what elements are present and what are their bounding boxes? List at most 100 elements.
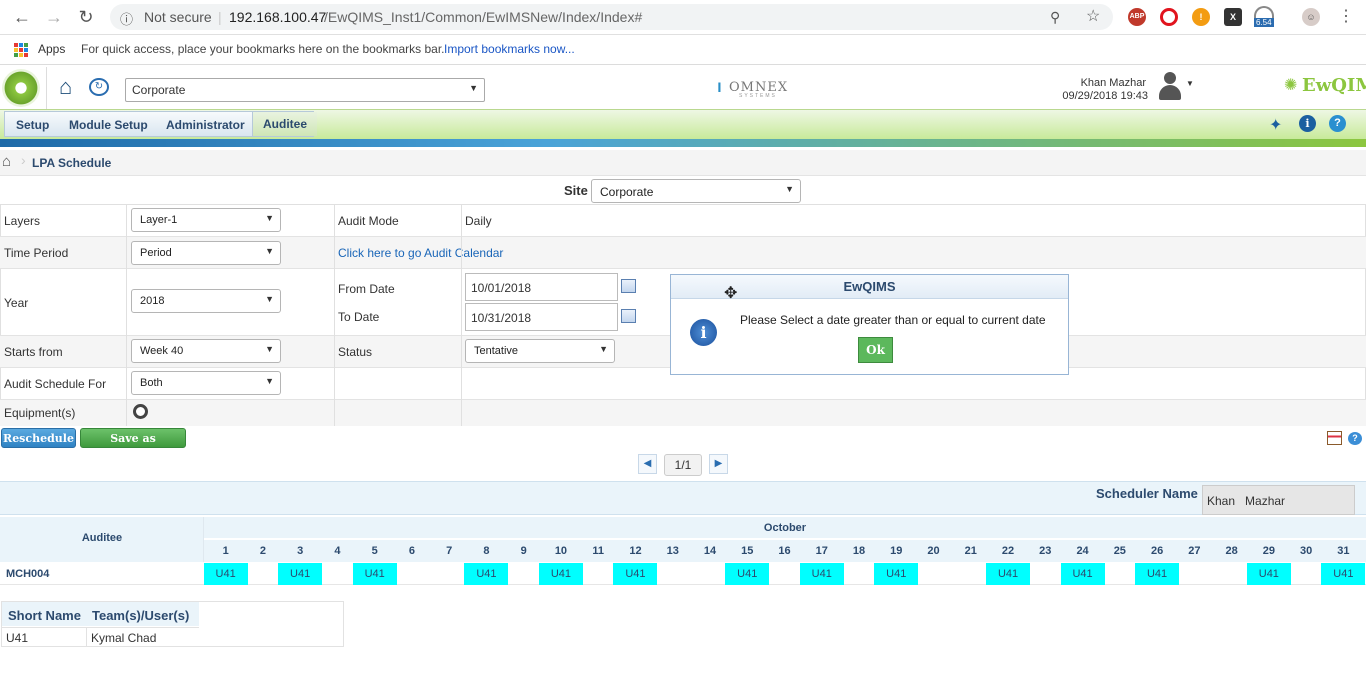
- scheduler-name-input[interactable]: Khan Mazhar: [1202, 485, 1355, 515]
- day-header: 10: [554, 545, 568, 557]
- chevron-down-icon: ▼: [265, 246, 274, 256]
- refresh-icon[interactable]: ↻: [89, 78, 109, 96]
- day-header: 11: [592, 545, 605, 557]
- app-logo-icon[interactable]: [2, 69, 40, 107]
- schedule-for-select[interactable]: Both ▼: [131, 371, 281, 395]
- page-indicator: 1/1: [664, 454, 702, 476]
- menu-auditee[interactable]: Auditee: [252, 112, 318, 136]
- schedule-cell[interactable]: U41: [538, 563, 583, 585]
- ok-button[interactable]: Ok: [858, 337, 893, 363]
- apps-link[interactable]: Apps: [38, 42, 65, 56]
- chevron-down-icon: ▼: [785, 184, 794, 194]
- menu-setup[interactable]: Setup: [16, 118, 49, 132]
- day-header: 22: [1001, 545, 1015, 557]
- schedule-cell[interactable]: U41: [613, 563, 658, 585]
- menu-dots-icon[interactable]: ⋮: [1334, 6, 1358, 28]
- day-header: 7: [446, 545, 453, 557]
- day-header: 13: [666, 545, 679, 557]
- speed-extension-icon[interactable]: 6.54: [1254, 6, 1276, 28]
- auditee-name: MCH004: [6, 568, 50, 580]
- equipment-gear-icon[interactable]: [133, 404, 148, 419]
- schedule-cell[interactable]: U41: [799, 563, 844, 585]
- menu-module-setup[interactable]: Module Setup: [69, 118, 148, 132]
- day-header: 3: [297, 545, 304, 557]
- next-page-button[interactable]: ▶: [709, 454, 728, 474]
- calendar-view-icon[interactable]: [1327, 431, 1342, 445]
- audit-mode-label: Audit Mode: [338, 214, 399, 228]
- pin-icon[interactable]: ✦: [1269, 115, 1282, 135]
- year-select[interactable]: 2018 ▼: [131, 289, 281, 313]
- header-stripe: [0, 139, 1366, 147]
- time-period-row: Time Period Period ▼ Click here to go Aud…: [0, 237, 1366, 269]
- import-bookmarks-link[interactable]: Import bookmarks now...: [444, 42, 575, 56]
- legend-header-team: Team(s)/User(s): [92, 608, 190, 623]
- schedule-cell[interactable]: U41: [1246, 563, 1291, 585]
- site-select[interactable]: Corporate ▼: [591, 179, 801, 203]
- schedule-for-label: Audit Schedule For: [4, 377, 107, 391]
- day-header: 17: [815, 545, 828, 557]
- back-icon[interactable]: ←: [10, 6, 34, 28]
- layers-row: Layers Layer-1 ▼ Audit Mode Daily: [0, 205, 1366, 237]
- status-label: Status: [338, 345, 373, 359]
- schedule-cell[interactable]: U41: [1135, 563, 1180, 585]
- address-bar[interactable]: ⓘ Not secure | 192.168.100.47 /EwQIMS_In…: [110, 4, 1113, 30]
- opera-icon[interactable]: [1160, 8, 1178, 26]
- breadcrumb-home-icon[interactable]: ⌂: [2, 153, 11, 170]
- schedule-cell[interactable]: U41: [725, 563, 770, 585]
- help-bubble-icon[interactable]: ?: [1348, 432, 1362, 445]
- home-icon[interactable]: ⌂: [59, 76, 72, 98]
- schedule-cell[interactable]: U41: [464, 563, 509, 585]
- time-period-select[interactable]: Period ▼: [131, 241, 281, 265]
- schedule-cell[interactable]: U41: [352, 563, 397, 585]
- month-header: October: [204, 517, 1366, 539]
- chevron-down-icon: ▼: [265, 294, 274, 304]
- from-date-input[interactable]: 10/01/2018: [465, 273, 618, 301]
- chevron-down-icon: ▼: [265, 213, 274, 223]
- auditee-header: Auditee: [81, 532, 123, 544]
- schedule-cell[interactable]: U41: [203, 563, 248, 585]
- bookmark-star-icon[interactable]: ☆: [1086, 6, 1100, 26]
- security-label: Not secure: [144, 9, 212, 25]
- forward-icon[interactable]: →: [42, 6, 66, 28]
- audit-calendar-link[interactable]: Click here to go Audit Calendar: [338, 246, 503, 260]
- schedule-cell[interactable]: U41: [986, 563, 1031, 585]
- menu-administrator[interactable]: Administrator: [166, 118, 245, 132]
- alert-dialog: EwQIMS ✥ i Please Select a date greater …: [670, 274, 1069, 375]
- info-dialog-icon: i: [690, 319, 717, 346]
- day-header: 19: [890, 545, 903, 557]
- reschedule-button[interactable]: Reschedule: [1, 428, 76, 448]
- info-icon[interactable]: ⓘ: [120, 9, 133, 28]
- extension-key-icon[interactable]: !: [1192, 8, 1210, 26]
- apps-grid-icon[interactable]: [14, 43, 28, 57]
- chevron-down-icon: ▼: [469, 83, 478, 93]
- profile-avatar-icon[interactable]: ☺: [1302, 8, 1320, 26]
- reload-icon[interactable]: ↻: [74, 6, 98, 28]
- schedule-cell[interactable]: U41: [278, 563, 323, 585]
- starts-from-select[interactable]: Week 40 ▼: [131, 339, 281, 363]
- day-header: 15: [741, 545, 754, 557]
- day-header: 25: [1113, 545, 1126, 557]
- to-date-calendar-icon[interactable]: [621, 309, 636, 323]
- layers-select[interactable]: Layer-1 ▼: [131, 208, 281, 232]
- equipment-label: Equipment(s): [4, 406, 76, 420]
- schedule-cell[interactable]: U41: [1321, 563, 1366, 585]
- schedule-cell[interactable]: U41: [1060, 563, 1105, 585]
- schedule-cell[interactable]: U41: [874, 563, 919, 585]
- chevron-down-icon: ▼: [265, 376, 274, 386]
- user-menu-caret-icon[interactable]: ▼: [1186, 79, 1194, 88]
- adblock-icon[interactable]: ABP: [1128, 8, 1146, 26]
- help-icon[interactable]: ?: [1329, 115, 1346, 132]
- save-as-template-button[interactable]: Save as Template: [80, 428, 186, 465]
- browser-toolbar: ← → ↻ ⓘ Not secure | 192.168.100.47 /EwQ…: [0, 0, 1366, 35]
- to-date-input[interactable]: 10/31/2018: [465, 303, 618, 331]
- status-select[interactable]: Tentative ▼: [465, 339, 615, 363]
- key-icon[interactable]: ⚲: [1050, 9, 1060, 26]
- day-header: 20: [927, 545, 940, 557]
- prev-page-button[interactable]: ◀: [638, 454, 657, 474]
- info-icon[interactable]: i: [1299, 115, 1316, 132]
- user-avatar-icon[interactable]: [1156, 70, 1184, 102]
- extension-x-icon[interactable]: X: [1224, 8, 1242, 26]
- from-date-calendar-icon[interactable]: [621, 279, 636, 293]
- legend-short-name: U41: [6, 631, 29, 645]
- organization-select[interactable]: Corporate ▼: [125, 78, 485, 102]
